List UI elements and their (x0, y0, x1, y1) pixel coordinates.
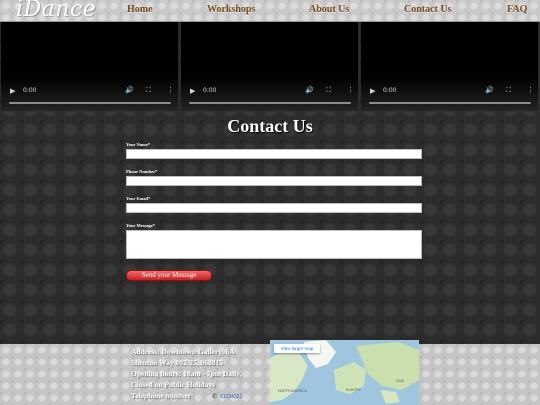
fullscreen-icon[interactable]: ⛶ (326, 86, 331, 95)
video-controls-bar (181, 77, 358, 111)
closed-note: Closed on Public Holidays (131, 380, 215, 389)
play-icon[interactable]: ▶ (190, 87, 195, 95)
send-message-button[interactable]: Send your Messsge (126, 270, 212, 281)
view-larger-map-link[interactable]: View larger map (274, 344, 320, 353)
video-controls-bar (1, 77, 178, 111)
nav-faq[interactable]: FAQ (507, 4, 527, 15)
phone-label: Phone Number* (126, 169, 158, 174)
contact-title: Contact Us (227, 116, 313, 136)
more-options-icon[interactable]: ⋮ (167, 86, 174, 94)
name-input[interactable] (126, 149, 422, 159)
message-label: Your Message* (126, 223, 156, 228)
video-controls-bar (361, 77, 538, 111)
fullscreen-icon[interactable]: ⛶ (506, 86, 511, 95)
volume-icon[interactable]: 🔊 (125, 86, 134, 94)
video-progress-bar[interactable] (9, 102, 171, 104)
map-label-north-america: NORTH AMERICA (278, 389, 308, 393)
volume-icon[interactable]: 🔊 (305, 86, 314, 94)
telephone-label: Telephone number: (131, 391, 194, 400)
address-line-1: Address: Downtown Gallery, 6A (131, 347, 235, 356)
address-line-2: Shenton Way #02-25, 068815 (131, 358, 223, 367)
site-logo[interactable]: iDance (16, 0, 96, 22)
video-progress-bar[interactable] (189, 102, 351, 104)
video-time: 0:00 (203, 87, 217, 94)
volume-icon[interactable]: 🔊 (485, 86, 494, 94)
phone-icon: ✆ (212, 394, 218, 400)
embedded-map[interactable]: View larger map NORTH AMERICA EUROPE ASI… (270, 340, 419, 405)
video-player-3[interactable]: ▶ 0:00 🔊 ⛶ ⋮ (361, 22, 539, 111)
play-icon[interactable]: ▶ (10, 87, 15, 95)
video-player-1[interactable]: ▶ 0:00 🔊 ⛶ ⋮ (1, 22, 179, 111)
opening-hours: Opening hours: 10am - 7pm Daily, (131, 369, 242, 378)
nav-workshops[interactable]: Workshops (207, 4, 255, 15)
more-options-icon[interactable]: ⋮ (527, 86, 534, 94)
play-icon[interactable]: ▶ (370, 87, 375, 95)
map-label-asia: ASIA (396, 379, 404, 383)
video-time: 0:00 (23, 87, 37, 94)
name-label: Your Name* (126, 142, 151, 147)
site-header: iDance Home Workshops About Us Contact U… (0, 0, 540, 22)
video-progress-bar[interactable] (369, 102, 531, 104)
video-time: 0:00 (383, 87, 397, 94)
map-label-europe: EUROPE (346, 388, 361, 392)
email-label: Your Email* (126, 196, 151, 201)
message-textarea[interactable] (126, 230, 422, 259)
video-player-2[interactable]: ▶ 0:00 🔊 ⛶ ⋮ (181, 22, 359, 111)
email-input[interactable] (126, 203, 422, 213)
phone-input[interactable] (126, 176, 422, 186)
nav-home[interactable]: Home (127, 4, 153, 15)
more-options-icon[interactable]: ⋮ (347, 86, 354, 94)
nav-contact-us[interactable]: Contact Us (404, 4, 452, 15)
fullscreen-icon[interactable]: ⛶ (146, 86, 151, 95)
phone-link[interactable]: 61234321 (220, 394, 242, 400)
nav-about-us[interactable]: About Us (309, 4, 349, 15)
